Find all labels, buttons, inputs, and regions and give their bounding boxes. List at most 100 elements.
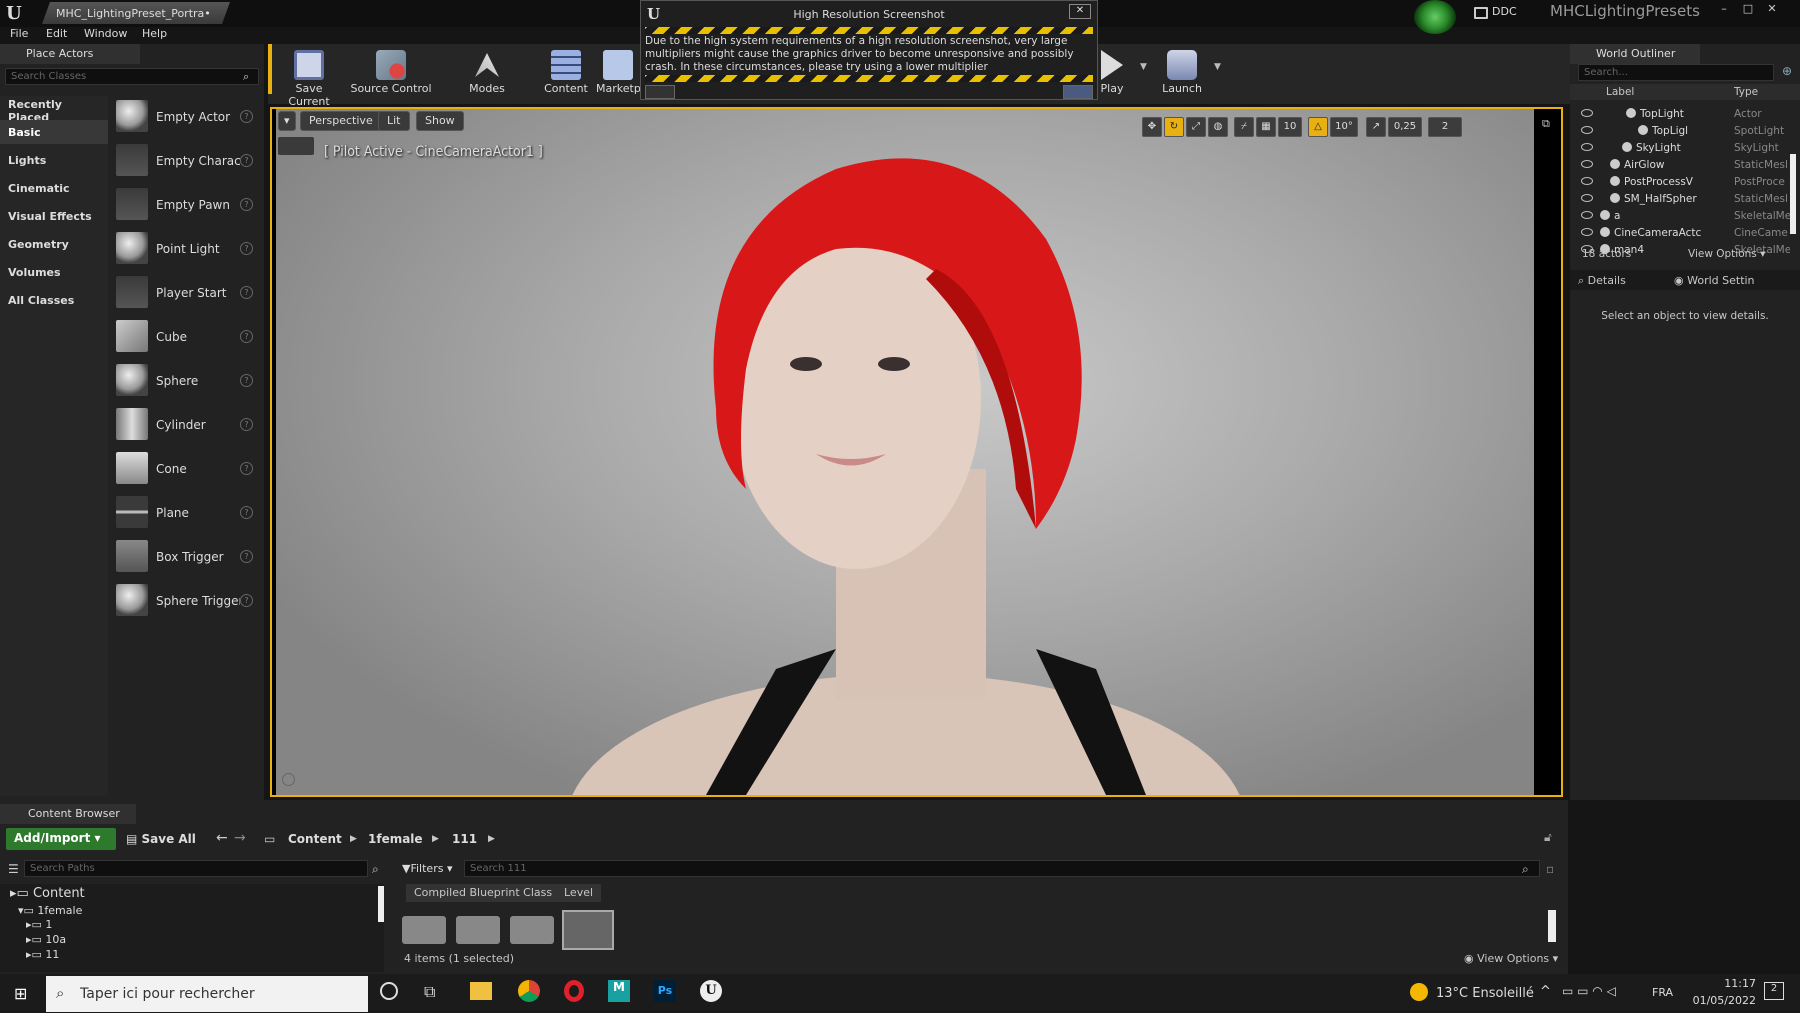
category-basic[interactable]: Basic xyxy=(0,120,108,144)
help-icon[interactable]: ? xyxy=(240,506,253,519)
modes-button[interactable]: Modes xyxy=(454,46,520,104)
menu-edit[interactable]: Edit xyxy=(46,27,67,40)
chrome-icon[interactable] xyxy=(518,980,540,1002)
camera-speed[interactable]: 2 xyxy=(1428,117,1462,137)
save-current-button[interactable]: Save Current xyxy=(274,46,344,108)
outliner-row[interactable]: TopLigl SpotLight xyxy=(1570,123,1800,140)
outliner-row[interactable]: TopLight Actor xyxy=(1570,106,1800,123)
save-all-button[interactable]: ▤ Save All xyxy=(126,832,196,846)
opera-icon[interactable] xyxy=(564,980,584,1002)
actor-item-empty-pawn[interactable]: Empty Pawn? xyxy=(116,186,264,224)
show-button[interactable]: Show xyxy=(416,111,464,131)
place-actors-tab[interactable]: Place Actors xyxy=(0,44,140,64)
breadcrumb-111[interactable]: 111 xyxy=(452,832,477,846)
forward-arrow-icon[interactable]: → xyxy=(234,830,246,846)
help-icon[interactable]: ? xyxy=(240,198,253,211)
asset-folder[interactable] xyxy=(510,916,554,944)
tree-content[interactable]: ▸▭ Content xyxy=(10,886,85,901)
visibility-eye-icon[interactable] xyxy=(1581,177,1593,185)
viewport-options-button[interactable]: ▾ xyxy=(278,111,296,131)
tray-icons[interactable]: ▭ ▭ ◠ ◁ xyxy=(1562,984,1616,998)
cortana-icon[interactable] xyxy=(380,982,398,1000)
help-icon[interactable]: ? xyxy=(240,374,253,387)
play-dropdown-icon[interactable]: ▼ xyxy=(1140,62,1147,72)
add-filter-icon[interactable]: ⊕ xyxy=(1782,64,1792,78)
task-view-icon[interactable]: ⧉ xyxy=(424,982,435,1002)
help-icon[interactable]: ? xyxy=(240,286,253,299)
visibility-eye-icon[interactable] xyxy=(1581,194,1593,202)
back-arrow-icon[interactable]: ← xyxy=(216,830,228,846)
dialog-close-button[interactable]: ✕ xyxy=(1069,4,1091,19)
outliner-row[interactable]: SM_HalfSpher StaticMesl xyxy=(1570,191,1800,208)
asset-search-input[interactable]: Search 111 xyxy=(464,860,1540,877)
filter-chip-level[interactable]: Level xyxy=(556,884,602,902)
surface-snap-icon[interactable]: ⌿ xyxy=(1234,117,1254,137)
filter-chip-blueprint[interactable]: Compiled Blueprint Class xyxy=(406,884,561,902)
actor-item-empty-actor[interactable]: Empty Actor? xyxy=(116,98,264,136)
lock-icon[interactable]: 🔓︎ xyxy=(1544,830,1552,845)
sources-toggle-icon[interactable]: ☰ xyxy=(8,862,19,876)
breadcrumb-content[interactable]: Content xyxy=(288,832,342,846)
outliner-row[interactable]: a SkeletalMe xyxy=(1570,208,1800,225)
minimize-icon[interactable]: – xyxy=(1716,2,1732,16)
cb-view-options[interactable]: ◉ View Options ▾ xyxy=(1464,952,1558,965)
clock-time[interactable]: 11:17 xyxy=(1706,977,1756,990)
scale-snap-value[interactable]: 0,25 xyxy=(1388,117,1422,137)
help-icon[interactable]: ? xyxy=(240,594,253,607)
maximize-viewport-icon[interactable]: ⧉ xyxy=(1542,117,1550,131)
asset-level-thumbnail[interactable] xyxy=(562,910,614,950)
save-search-icon[interactable]: ▫ xyxy=(1546,862,1554,876)
outliner-row[interactable]: CineCameraActc CineCame xyxy=(1570,225,1800,242)
category-visual-effects[interactable]: Visual Effects xyxy=(0,204,108,228)
world-settings-tab[interactable]: ◉ World Settin xyxy=(1674,274,1755,287)
world-icon[interactable]: ◍ xyxy=(1208,117,1228,137)
actor-item-plane[interactable]: Plane? xyxy=(116,494,264,532)
column-label[interactable]: Label xyxy=(1606,86,1634,98)
asset-scrollbar[interactable] xyxy=(1548,910,1556,942)
tree-scrollbar[interactable] xyxy=(378,886,384,922)
category-all-classes[interactable]: All Classes xyxy=(0,288,108,312)
maximize-icon[interactable]: □ xyxy=(1740,2,1756,16)
maya-icon[interactable]: M xyxy=(608,980,630,1002)
column-type[interactable]: Type xyxy=(1734,86,1758,98)
level-viewport[interactable]: ▾ Perspective Lit Show [ Pilot Active - … xyxy=(270,107,1563,974)
visibility-eye-icon[interactable] xyxy=(1581,143,1593,151)
breadcrumb-1female[interactable]: 1female xyxy=(368,832,423,846)
capture-button[interactable] xyxy=(1063,85,1093,99)
scale-snap-icon[interactable]: ↗ xyxy=(1366,117,1386,137)
help-icon[interactable]: ? xyxy=(240,110,253,123)
outliner-row[interactable]: SkyLight SkyLight xyxy=(1570,140,1800,157)
filters-button[interactable]: ▼Filters ▾ xyxy=(402,862,452,875)
category-geometry[interactable]: Geometry xyxy=(0,232,108,256)
content-browser-tab[interactable]: Content Browser xyxy=(0,804,136,824)
actor-item-player-start[interactable]: Player Start? xyxy=(116,274,264,312)
search-classes-input[interactable]: Search Classes xyxy=(5,68,259,85)
perspective-button[interactable]: Perspective xyxy=(300,111,382,131)
help-icon[interactable]: ? xyxy=(240,462,253,475)
rendered-scene[interactable] xyxy=(276,109,1534,974)
lit-button[interactable]: Lit xyxy=(378,111,410,131)
visibility-eye-icon[interactable] xyxy=(1581,126,1593,134)
visibility-eye-icon[interactable] xyxy=(1581,160,1593,168)
photoshop-icon[interactable]: Ps xyxy=(654,980,676,1002)
help-icon[interactable]: ? xyxy=(240,154,253,167)
source-control-status-icon[interactable] xyxy=(1414,0,1456,34)
scale-icon[interactable]: ⤢ xyxy=(1186,117,1206,137)
translate-icon[interactable]: ✥ xyxy=(1142,117,1162,137)
actor-item-empty-character[interactable]: Empty Charact? xyxy=(116,142,264,180)
details-tab[interactable]: ⌕ Details xyxy=(1578,274,1626,288)
outliner-row[interactable]: AirGlow StaticMesl xyxy=(1570,157,1800,174)
visibility-eye-icon[interactable] xyxy=(1581,228,1593,236)
menu-help[interactable]: Help xyxy=(142,27,167,40)
source-control-button[interactable]: Source Control xyxy=(350,46,432,104)
search-paths-input[interactable]: Search Paths xyxy=(24,860,368,877)
rotation-snap-value[interactable]: 10° xyxy=(1330,117,1358,137)
close-icon[interactable]: ✕ xyxy=(1764,2,1780,16)
help-icon[interactable]: ? xyxy=(240,418,253,431)
rotate-icon[interactable]: ↻ xyxy=(1164,117,1184,137)
visibility-eye-icon[interactable] xyxy=(1581,211,1593,219)
actor-item-cone[interactable]: Cone? xyxy=(116,450,264,488)
tree-10a[interactable]: ▸▭ 10a xyxy=(26,933,66,946)
breadcrumb-arrow-icon[interactable]: ▶ xyxy=(488,834,495,844)
grid-snap-icon[interactable]: ▦ xyxy=(1256,117,1276,137)
